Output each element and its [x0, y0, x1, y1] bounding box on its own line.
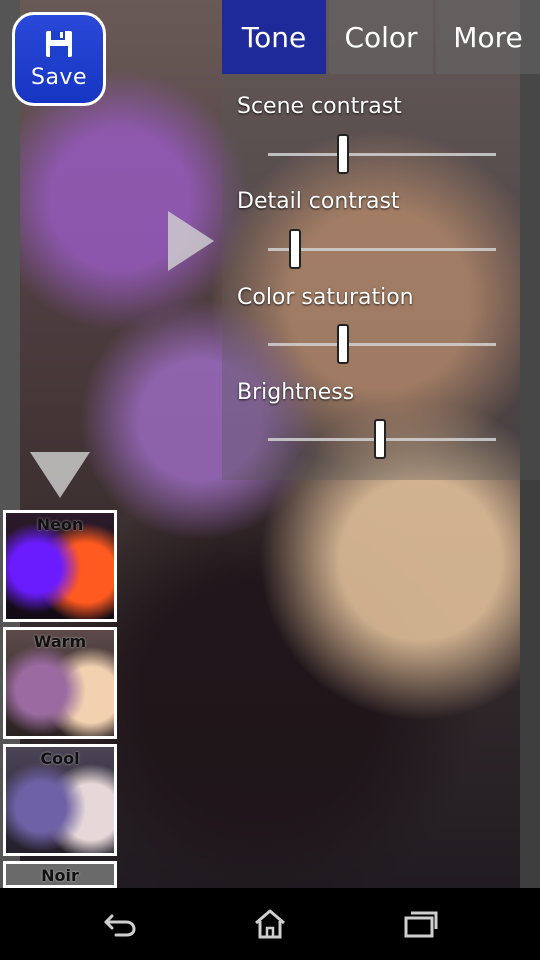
navigation-bar: [0, 888, 540, 960]
recent-apps-icon: [404, 911, 438, 938]
save-label: Save: [30, 64, 87, 90]
floppy-disk-icon: [46, 30, 72, 57]
home-button[interactable]: [248, 902, 292, 946]
color-saturation-thumb[interactable]: [337, 324, 350, 364]
tab-bar: Tone Color More: [222, 0, 540, 74]
tab-color[interactable]: Color: [329, 0, 433, 74]
tab-tone[interactable]: Tone: [222, 0, 326, 74]
color-saturation-track[interactable]: [268, 343, 496, 346]
detail-contrast-thumb[interactable]: [289, 229, 302, 269]
next-arrow-icon[interactable]: [168, 211, 214, 271]
preset-neon[interactable]: Neon: [3, 510, 117, 622]
preset-label: Noir: [41, 866, 79, 885]
down-arrow-icon[interactable]: [30, 452, 90, 498]
recent-apps-button[interactable]: [398, 902, 442, 946]
back-button[interactable]: [98, 902, 142, 946]
brightness-thumb[interactable]: [373, 419, 386, 459]
preset-label: Warm: [33, 632, 87, 651]
home-icon: [255, 909, 285, 939]
tab-more[interactable]: More: [436, 0, 540, 74]
scene-contrast-track[interactable]: [268, 153, 496, 156]
back-icon: [104, 914, 136, 937]
slider-label-scene-contrast: Scene contrast: [237, 94, 402, 119]
preset-label: Cool: [40, 749, 80, 768]
preset-noir[interactable]: Noir: [3, 861, 117, 888]
preset-warm[interactable]: Warm: [3, 627, 117, 739]
slider-label-detail-contrast: Detail contrast: [237, 189, 400, 214]
detail-contrast-track[interactable]: [268, 248, 496, 251]
save-button[interactable]: Save: [12, 12, 106, 106]
slider-label-color-saturation: Color saturation: [237, 285, 414, 310]
preset-cool[interactable]: Cool: [3, 744, 117, 856]
slider-label-brightness: Brightness: [237, 380, 355, 405]
preset-label: Neon: [36, 515, 84, 534]
scene-contrast-thumb[interactable]: [337, 134, 350, 174]
